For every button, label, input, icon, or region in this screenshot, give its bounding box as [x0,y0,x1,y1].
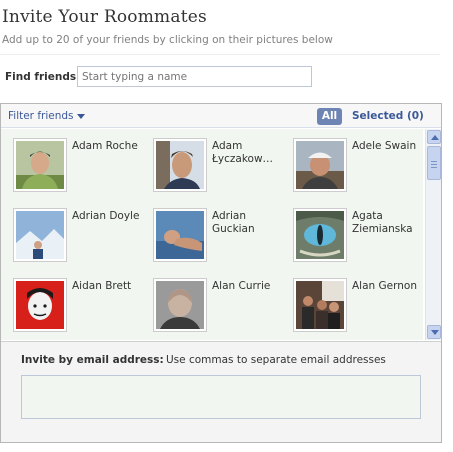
arrow-up-icon [431,135,439,140]
friend-name: Adrian Guckian [212,210,255,235]
friend-photo [13,278,67,332]
email-invite-label: Invite by email address: [21,354,164,366]
filter-friends-dropdown[interactable]: Filter friends [8,110,85,122]
filter-all-button[interactable]: All [317,108,342,125]
grip-line [431,161,437,162]
cat-eye-closeup-icon [296,211,344,259]
friend-item[interactable]: Alan Currie [141,269,281,332]
friend-item[interactable]: Alan Gernon [281,269,421,332]
friend-item[interactable]: Adrian Doyle [1,199,141,262]
friend-name: Aidan Brett [72,280,132,292]
filter-bar: Filter friends All Selected (0) [1,104,441,128]
divider [0,54,440,55]
page-subtitle: Add up to 20 of your friends by clicking… [2,34,333,46]
person-with-white-cap-icon [296,141,344,189]
filter-friends-label: Filter friends [8,110,74,122]
friend-photo [293,138,347,192]
friend-item[interactable]: Agata Ziemianska [281,199,421,262]
friend-photo [153,278,207,332]
friend-photo [293,208,347,262]
person-lying-on-bed-icon [156,211,204,259]
friend-item[interactable]: Adam Roche [1,129,141,192]
friend-name: Alan Currie [212,280,271,292]
friend-name: Alan Gernon [352,280,417,292]
email-addresses-input[interactable] [21,375,421,419]
bald-man-portrait-icon [156,281,204,329]
friends-scrollbar[interactable] [425,129,441,340]
scroll-up-button[interactable] [427,130,441,144]
person-in-snow-landscape-icon [16,211,64,259]
email-invite-hint: Use commas to separate email addresses [166,354,386,366]
friend-name: Agata Ziemianska [352,210,413,235]
grip-line [431,167,437,168]
friend-name: Adrian Doyle [72,210,140,222]
find-friends-label: Find friends [5,71,77,83]
friend-name: Adam Roche [72,140,138,152]
friend-item[interactable]: Aidan Brett [1,269,141,332]
group-at-party-icon [296,281,344,329]
friend-selector-panel: Filter friends All Selected (0) Adam Roc… [0,103,442,443]
man-green-shirt-portrait-icon [16,141,64,189]
friend-photo [13,138,67,192]
friends-grid: Adam Roche Adam Łyczakow… Adele Swain Ad… [1,129,423,340]
friend-item[interactable]: Adele Swain [281,129,421,192]
scroll-down-button[interactable] [427,325,441,339]
friend-name: Adam Łyczakow… [212,140,274,165]
find-friends-input[interactable] [77,66,312,87]
friend-item[interactable]: Adam Łyczakow… [141,129,281,192]
chevron-down-icon [76,113,85,119]
friend-photo [293,278,347,332]
scrollbar-thumb[interactable] [427,146,441,180]
email-invite-section: Invite by email address: Use commas to s… [1,341,441,442]
friend-photo [153,208,207,262]
friend-name: Adele Swain [352,140,417,152]
friend-photo [13,208,67,262]
page-title: Invite Your Roommates [2,7,207,27]
friend-photo [153,138,207,192]
boy-red-background-icon [16,281,64,329]
grip-line [431,164,437,165]
friend-item[interactable]: Adrian Guckian [141,199,281,262]
young-man-outdoor-portrait-icon [156,141,204,189]
filter-selected-link[interactable]: Selected (0) [352,110,424,122]
arrow-down-icon [431,330,439,335]
